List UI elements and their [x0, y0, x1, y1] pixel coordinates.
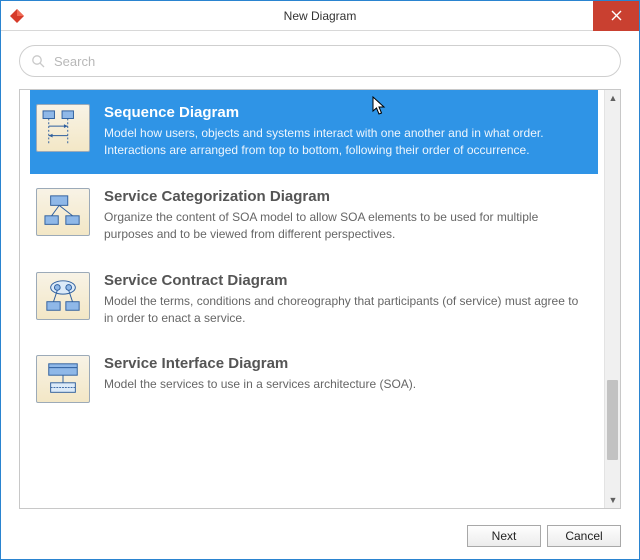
diagram-item-desc: Model the terms, conditions and choreogr…	[104, 293, 588, 328]
diagram-item-title: Service Interface Diagram	[104, 355, 588, 372]
diagram-thumbnail	[36, 104, 90, 152]
diagram-item-text: Service Contract Diagram Model the terms…	[104, 272, 588, 328]
titlebar: New Diagram	[1, 1, 639, 31]
search-icon	[31, 54, 45, 68]
cancel-button[interactable]: Cancel	[547, 525, 621, 547]
diagram-item-service-interface[interactable]: Service Interface Diagram Model the serv…	[30, 341, 598, 417]
diagram-item-title: Service Categorization Diagram	[104, 188, 588, 205]
app-icon	[9, 8, 25, 24]
window-title: New Diagram	[284, 9, 357, 23]
search-wrap	[19, 45, 621, 77]
diagram-item-service-categorization[interactable]: Service Categorization Diagram Organize …	[30, 174, 598, 258]
diagram-item-desc: Model the services to use in a services …	[104, 376, 588, 393]
next-button[interactable]: Next	[467, 525, 541, 547]
diagram-item-service-contract[interactable]: Service Contract Diagram Model the terms…	[30, 258, 598, 342]
close-button[interactable]	[593, 1, 639, 31]
diagram-item-title: Sequence Diagram	[104, 104, 588, 121]
diagram-item-text: Service Categorization Diagram Organize …	[104, 188, 588, 244]
search-input[interactable]	[19, 45, 621, 77]
scroll-down-icon[interactable]: ▼	[605, 492, 621, 508]
diagram-list-inner: Sequence Diagram Model how users, object…	[20, 90, 604, 508]
scroll-up-icon[interactable]: ▲	[605, 90, 621, 106]
dialog-window: New Diagram Sequence Diagram M	[0, 0, 640, 560]
dialog-footer: Next Cancel	[1, 513, 639, 559]
diagram-item-title: Service Contract Diagram	[104, 272, 588, 289]
close-icon	[611, 10, 622, 21]
diagram-item-text: Service Interface Diagram Model the serv…	[104, 355, 588, 403]
diagram-item-desc: Organize the content of SOA model to all…	[104, 209, 588, 244]
diagram-list: Sequence Diagram Model how users, object…	[19, 89, 621, 509]
diagram-thumbnail	[36, 188, 90, 236]
scrollbar[interactable]: ▲ ▼	[604, 90, 620, 508]
diagram-item-desc: Model how users, objects and systems int…	[104, 125, 588, 160]
diagram-thumbnail	[36, 355, 90, 403]
diagram-item-sequence[interactable]: Sequence Diagram Model how users, object…	[30, 90, 598, 174]
scroll-thumb[interactable]	[607, 380, 618, 460]
diagram-item-text: Sequence Diagram Model how users, object…	[104, 104, 588, 160]
diagram-thumbnail	[36, 272, 90, 320]
dialog-body: Sequence Diagram Model how users, object…	[1, 31, 639, 513]
